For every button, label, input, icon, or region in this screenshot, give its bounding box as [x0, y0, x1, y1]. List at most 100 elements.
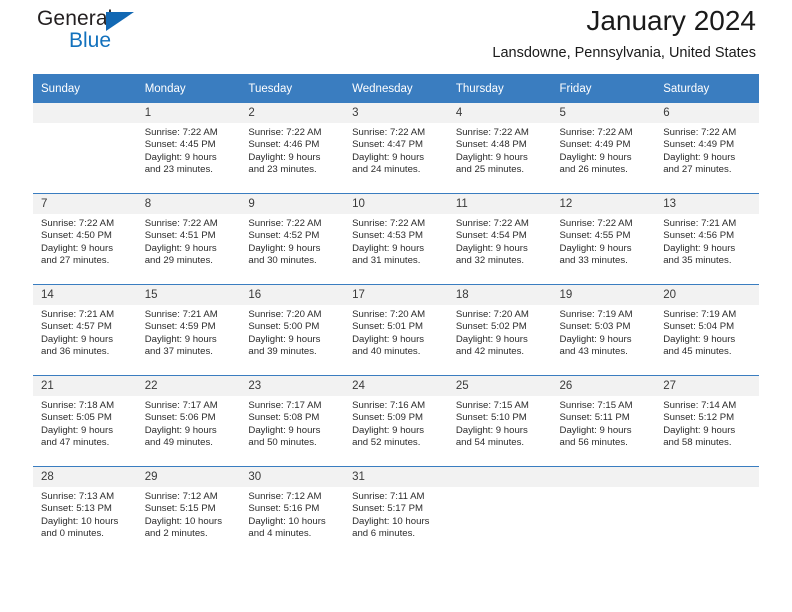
- calendar-day-cell[interactable]: 17 Sunrise: 7:20 AM Sunset: 5:01 PM Dayligh…: [344, 284, 448, 376]
- daylight-text: and 29 minutes.: [144, 254, 213, 266]
- day-sun-info: Sunrise: 7:11 AM Sunset: 5:17 PM Daylight:…: [344, 487, 448, 540]
- daylight-text: Daylight: 9 hours: [455, 333, 528, 345]
- daylight-text: and 36 minutes.: [41, 345, 110, 357]
- day-sun-info: Sunrise: 7:20 AM Sunset: 5:00 PM Daylight:…: [240, 305, 344, 358]
- sunset-text: Sunset: 5:09 PM: [352, 412, 424, 424]
- calendar-day-cell[interactable]: 31 Sunrise: 7:11 AM Sunset: 5:17 PM Dayligh…: [344, 466, 448, 557]
- sunrise-text: Sunrise: 7:22 AM: [455, 218, 529, 229]
- day-sun-info: Sunrise: 7:15 AM Sunset: 5:11 PM Daylight:…: [552, 396, 656, 449]
- day-sun-info: Sunrise: 7:14 AM Sunset: 5:12 PM Daylight:…: [655, 396, 759, 449]
- daylight-text: and 39 minutes.: [248, 345, 317, 357]
- calendar-day-cell[interactable]: 29 Sunrise: 7:12 AM Sunset: 5:15 PM Dayligh…: [136, 466, 241, 557]
- calendar-day-cell[interactable]: 14 Sunrise: 7:21 AM Sunset: 4:57 PM Dayligh…: [33, 284, 137, 376]
- daylight-text: Daylight: 9 hours: [455, 424, 528, 436]
- day-number: 3: [344, 103, 448, 123]
- daylight-text: Daylight: 9 hours: [559, 151, 632, 163]
- day-sun-info: Sunrise: 7:22 AM Sunset: 4:48 PM Daylight:…: [448, 123, 552, 176]
- calendar-day-cell[interactable]: 28 Sunrise: 7:13 AM Sunset: 5:13 PM Dayligh…: [33, 466, 137, 557]
- calendar-day-cell[interactable]: 23 Sunrise: 7:17 AM Sunset: 5:08 PM Dayligh…: [240, 375, 345, 467]
- calendar-day-cell[interactable]: 21 Sunrise: 7:18 AM Sunset: 5:05 PM Dayligh…: [33, 375, 137, 467]
- sunrise-text: Sunrise: 7:22 AM: [663, 127, 737, 138]
- day-number: 1: [136, 103, 241, 123]
- daylight-text: Daylight: 10 hours: [41, 515, 119, 527]
- daylight-text: and 52 minutes.: [352, 436, 421, 448]
- calendar-day-cell[interactable]: 15 Sunrise: 7:21 AM Sunset: 4:59 PM Dayligh…: [136, 284, 241, 376]
- daylight-text: Daylight: 9 hours: [352, 333, 425, 345]
- sunrise-text: Sunrise: 7:22 AM: [559, 127, 633, 138]
- calendar-day-cell-empty: [655, 466, 759, 557]
- calendar-day-cell[interactable]: 3 Sunrise: 7:22 AM Sunset: 4:47 PM Daylight…: [344, 103, 448, 194]
- sunset-text: Sunset: 5:15 PM: [144, 503, 216, 515]
- daylight-text: Daylight: 9 hours: [559, 424, 632, 436]
- daylight-text: Daylight: 9 hours: [144, 333, 217, 345]
- sunrise-text: Sunrise: 7:22 AM: [455, 127, 529, 138]
- sunset-text: Sunset: 4:51 PM: [144, 230, 216, 242]
- daylight-text: and 58 minutes.: [663, 436, 732, 448]
- daylight-text: Daylight: 10 hours: [144, 515, 223, 527]
- calendar-day-cell[interactable]: 10 Sunrise: 7:22 AM Sunset: 4:53 PM Dayligh…: [344, 193, 448, 285]
- sunset-text: Sunset: 4:56 PM: [663, 230, 735, 242]
- sunset-text: Sunset: 5:12 PM: [663, 412, 735, 424]
- calendar-day-cell[interactable]: 12 Sunrise: 7:22 AM Sunset: 4:55 PM Dayligh…: [551, 193, 656, 285]
- calendar-day-cell[interactable]: 30 Sunrise: 7:12 AM Sunset: 5:16 PM Dayligh…: [240, 466, 345, 557]
- day-sun-info: [448, 487, 552, 491]
- logo-text-blue: Blue: [69, 29, 112, 52]
- sunset-text: Sunset: 5:11 PM: [559, 412, 630, 424]
- calendar-day-cell[interactable]: 13 Sunrise: 7:21 AM Sunset: 4:56 PM Dayligh…: [655, 193, 759, 285]
- daylight-text: and 0 minutes.: [41, 527, 104, 539]
- calendar-day-cell[interactable]: 8 Sunrise: 7:22 AM Sunset: 4:51 PM Daylight…: [136, 193, 241, 285]
- calendar-day-cell[interactable]: 7 Sunrise: 7:22 AM Sunset: 4:50 PM Daylight…: [33, 193, 137, 285]
- sunset-text: Sunset: 4:48 PM: [455, 139, 527, 151]
- daylight-text: and 24 minutes.: [352, 163, 421, 175]
- calendar-day-cell[interactable]: 4 Sunrise: 7:22 AM Sunset: 4:48 PM Daylight…: [447, 103, 552, 194]
- calendar-day-cell[interactable]: 6 Sunrise: 7:22 AM Sunset: 4:49 PM Daylight…: [655, 103, 759, 194]
- calendar-day-cell[interactable]: 24 Sunrise: 7:16 AM Sunset: 5:09 PM Dayligh…: [344, 375, 448, 467]
- daylight-text: Daylight: 9 hours: [248, 151, 321, 163]
- day-number: 14: [33, 285, 137, 305]
- calendar-day-cell[interactable]: 2 Sunrise: 7:22 AM Sunset: 4:46 PM Daylight…: [240, 103, 345, 194]
- daylight-text: Daylight: 9 hours: [352, 242, 425, 254]
- day-number: 21: [33, 376, 137, 396]
- day-number: 26: [551, 376, 656, 396]
- sunset-text: Sunset: 5:10 PM: [455, 412, 527, 424]
- calendar-body: 1 Sunrise: 7:22 AM Sunset: 4:45 PM Daylight…: [33, 103, 759, 557]
- general-blue-logo: General Blue: [37, 8, 217, 66]
- calendar-day-cell[interactable]: 11 Sunrise: 7:22 AM Sunset: 4:54 PM Dayligh…: [447, 193, 552, 285]
- day-sun-info: Sunrise: 7:22 AM Sunset: 4:47 PM Daylight:…: [344, 123, 448, 176]
- calendar-day-cell[interactable]: 1 Sunrise: 7:22 AM Sunset: 4:45 PM Daylight…: [136, 103, 241, 194]
- calendar-day-cell[interactable]: 27 Sunrise: 7:14 AM Sunset: 5:12 PM Dayligh…: [655, 375, 759, 467]
- calendar-day-cell[interactable]: 19 Sunrise: 7:19 AM Sunset: 5:03 PM Dayligh…: [551, 284, 656, 376]
- day-sun-info: Sunrise: 7:22 AM Sunset: 4:50 PM Daylight:…: [33, 214, 137, 267]
- calendar-day-cell[interactable]: 20 Sunrise: 7:19 AM Sunset: 5:04 PM Dayligh…: [655, 284, 759, 376]
- day-sun-info: Sunrise: 7:17 AM Sunset: 5:06 PM Daylight:…: [137, 396, 241, 449]
- daylight-text: and 49 minutes.: [144, 436, 213, 448]
- daylight-text: Daylight: 9 hours: [248, 333, 321, 345]
- calendar-day-cell[interactable]: 16 Sunrise: 7:20 AM Sunset: 5:00 PM Dayligh…: [240, 284, 345, 376]
- calendar-week-row: 7 Sunrise: 7:22 AM Sunset: 4:50 PM Daylight…: [33, 193, 759, 285]
- sunrise-text: Sunrise: 7:22 AM: [352, 218, 426, 229]
- calendar-day-cell[interactable]: 5 Sunrise: 7:22 AM Sunset: 4:49 PM Daylight…: [551, 103, 656, 194]
- weekday-wednesday: Wednesday: [344, 74, 448, 103]
- daylight-text: Daylight: 9 hours: [144, 424, 217, 436]
- calendar-day-cell[interactable]: 22 Sunrise: 7:17 AM Sunset: 5:06 PM Dayligh…: [136, 375, 241, 467]
- weekday-sunday: Sunday: [33, 74, 137, 103]
- day-sun-info: Sunrise: 7:15 AM Sunset: 5:10 PM Daylight:…: [448, 396, 552, 449]
- daylight-text: Daylight: 9 hours: [144, 242, 217, 254]
- calendar-day-cell[interactable]: 26 Sunrise: 7:15 AM Sunset: 5:11 PM Dayligh…: [551, 375, 656, 467]
- calendar-day-cell[interactable]: 9 Sunrise: 7:22 AM Sunset: 4:52 PM Daylight…: [240, 193, 345, 285]
- weekday-monday: Monday: [136, 74, 241, 103]
- calendar-week-row: 1 Sunrise: 7:22 AM Sunset: 4:45 PM Daylight…: [33, 103, 759, 194]
- day-number: 6: [655, 103, 759, 123]
- calendar-week-row: 28 Sunrise: 7:13 AM Sunset: 5:13 PM Dayligh…: [33, 466, 759, 557]
- day-number: 15: [136, 285, 241, 305]
- calendar-day-cell[interactable]: 25 Sunrise: 7:15 AM Sunset: 5:10 PM Dayligh…: [447, 375, 552, 467]
- sunset-text: Sunset: 5:06 PM: [144, 412, 216, 424]
- day-sun-info: Sunrise: 7:21 AM Sunset: 4:56 PM Daylight:…: [655, 214, 759, 267]
- day-number: 8: [136, 194, 241, 214]
- day-sun-info: Sunrise: 7:18 AM Sunset: 5:05 PM Daylight:…: [33, 396, 137, 449]
- sunset-text: Sunset: 4:46 PM: [248, 139, 320, 151]
- calendar-day-cell[interactable]: 18 Sunrise: 7:20 AM Sunset: 5:02 PM Dayligh…: [447, 284, 552, 376]
- daylight-text: and 30 minutes.: [248, 254, 317, 266]
- daylight-text: Daylight: 9 hours: [248, 424, 321, 436]
- daylight-text: Daylight: 9 hours: [455, 151, 528, 163]
